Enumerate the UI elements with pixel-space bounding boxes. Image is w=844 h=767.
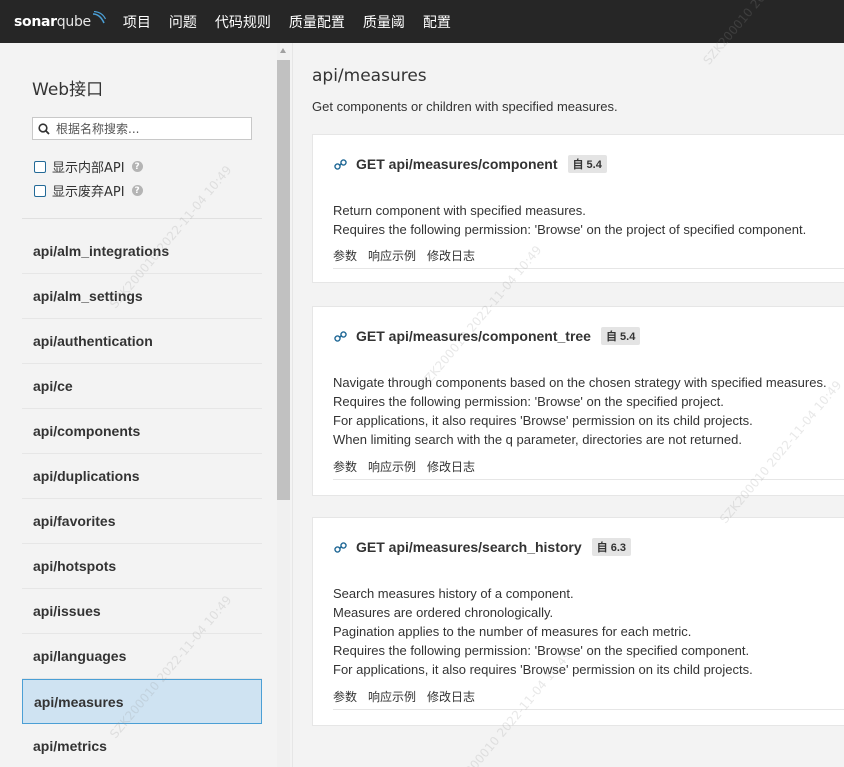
description-line: Pagination applies to the number of meas…	[333, 624, 692, 639]
show-deprecated-checkbox[interactable]	[34, 184, 46, 197]
scrollbar-thumb[interactable]	[277, 60, 290, 500]
sidebar-item-hotspots[interactable]: api/hotspots	[22, 544, 262, 589]
page-title: api/measures	[312, 66, 427, 86]
nav-administration[interactable]: 配置	[423, 12, 451, 32]
description-line: Measures are ordered chronologically.	[333, 605, 554, 620]
tab-changelog[interactable]: 修改日志	[427, 247, 475, 264]
search-box[interactable]	[32, 117, 252, 140]
show-deprecated-toggle[interactable]: 显示废弃API ?	[34, 181, 143, 200]
show-deprecated-label: 显示废弃API	[52, 185, 125, 200]
description-line: For applications, it also requires 'Brow…	[333, 413, 753, 428]
sidebar-item-authentication[interactable]: api/authentication	[22, 319, 262, 364]
endpoint-description: Return component with specified measures…	[333, 201, 806, 239]
endpoint-card: GET api/measures/component_tree 自 5.4 Na…	[312, 306, 844, 496]
tab-params[interactable]: 参数	[333, 688, 357, 705]
show-internal-checkbox[interactable]	[34, 160, 46, 173]
description-line: Search measures history of a component.	[333, 586, 574, 601]
sidebar-title: Web接口	[32, 80, 104, 100]
show-internal-label: 显示内部API	[52, 161, 125, 176]
endpoint-tabs: 参数 响应示例 修改日志	[333, 247, 844, 269]
endpoint-card: GET api/measures/component 自 5.4 Return …	[312, 134, 844, 283]
top-navbar: sonar qube 项目 问题 代码规则 质量配置 质量阈 配置	[0, 0, 844, 43]
sidebar-item-issues[interactable]: api/issues	[22, 589, 262, 634]
tab-params[interactable]: 参数	[333, 458, 357, 475]
sidebar: Web接口 显示内部API ? 显示废弃API ? api/alm_integr…	[0, 43, 293, 767]
endpoint-tabs: 参数 响应示例 修改日志	[333, 458, 844, 480]
sidebar-item-duplications[interactable]: api/duplications	[22, 454, 262, 499]
description-line: Requires the following permission: 'Brow…	[333, 643, 750, 658]
sidebar-scrollbar[interactable]	[277, 43, 290, 767]
description-line: When limiting search with the q paramete…	[333, 432, 742, 447]
help-icon[interactable]: ?	[131, 185, 143, 196]
endpoint-title[interactable]: GET api/measures/component_tree	[356, 328, 591, 344]
description-line: Navigate through components based on the…	[333, 375, 827, 390]
sidebar-item-alm-integrations[interactable]: api/alm_integrations	[22, 229, 262, 274]
sidebar-item-alm-settings[interactable]: api/alm_settings	[22, 274, 262, 319]
endpoint-title[interactable]: GET api/measures/search_history	[356, 539, 582, 555]
nav-quality-profiles[interactable]: 质量配置	[289, 12, 345, 32]
tab-changelog[interactable]: 修改日志	[427, 458, 475, 475]
sidebar-item-components[interactable]: api/components	[22, 409, 262, 454]
link-icon[interactable]	[334, 158, 347, 171]
sidebar-item-languages[interactable]: api/languages	[22, 634, 262, 679]
endpoint-title[interactable]: GET api/measures/component	[356, 156, 558, 172]
endpoint-header: GET api/measures/component 自 5.4	[334, 155, 607, 173]
logo-text-sonar: sonar	[14, 13, 57, 30]
show-internal-toggle[interactable]: 显示内部API ?	[34, 157, 143, 176]
sidebar-divider	[22, 218, 262, 219]
endpoint-description: Search measures history of a component. …	[333, 584, 753, 679]
sidebar-item-metrics[interactable]: api/metrics	[22, 724, 262, 767]
sonar-waves-icon	[92, 10, 106, 23]
description-line: For applications, it also requires 'Brow…	[333, 662, 753, 677]
link-icon[interactable]	[334, 541, 347, 554]
tab-response-example[interactable]: 响应示例	[368, 688, 416, 705]
description-line: Requires the following permission: 'Brow…	[333, 222, 807, 237]
endpoint-header: GET api/measures/component_tree 自 5.4	[334, 327, 641, 345]
scroll-up-arrow-icon[interactable]	[280, 48, 286, 53]
description-line: Requires the following permission: 'Brow…	[333, 394, 724, 409]
page-description: Get components or children with specifie…	[312, 99, 618, 114]
tab-params[interactable]: 参数	[333, 247, 357, 264]
nav-quality-gates[interactable]: 质量阈	[363, 12, 405, 32]
endpoint-description: Navigate through components based on the…	[333, 373, 827, 449]
since-badge: 自 6.3	[591, 538, 632, 556]
nav-issues[interactable]: 问题	[169, 12, 197, 32]
logo-text-qube: qube	[56, 13, 91, 30]
sidebar-item-favorites[interactable]: api/favorites	[22, 499, 262, 544]
nav-rules[interactable]: 代码规则	[215, 12, 271, 32]
main-content: api/measures Get components or children …	[293, 43, 844, 767]
endpoint-tabs: 参数 响应示例 修改日志	[333, 688, 844, 710]
sidebar-item-measures[interactable]: api/measures	[22, 679, 262, 724]
description-line: Return component with specified measures…	[333, 203, 586, 218]
link-icon[interactable]	[334, 330, 347, 343]
tab-response-example[interactable]: 响应示例	[368, 458, 416, 475]
nav-projects[interactable]: 项目	[123, 12, 151, 32]
tab-changelog[interactable]: 修改日志	[427, 688, 475, 705]
search-input[interactable]	[56, 121, 246, 136]
help-icon[interactable]: ?	[131, 161, 143, 172]
endpoint-card: GET api/measures/search_history 自 6.3 Se…	[312, 517, 844, 726]
sonarqube-logo[interactable]: sonar qube	[14, 10, 106, 30]
since-badge: 自 5.4	[600, 327, 641, 345]
tab-response-example[interactable]: 响应示例	[368, 247, 416, 264]
sidebar-item-ce[interactable]: api/ce	[22, 364, 262, 409]
api-list: api/alm_integrations api/alm_settings ap…	[22, 229, 262, 767]
since-badge: 自 5.4	[567, 155, 607, 173]
endpoint-header: GET api/measures/search_history 自 6.3	[334, 538, 632, 556]
search-icon	[38, 122, 50, 135]
